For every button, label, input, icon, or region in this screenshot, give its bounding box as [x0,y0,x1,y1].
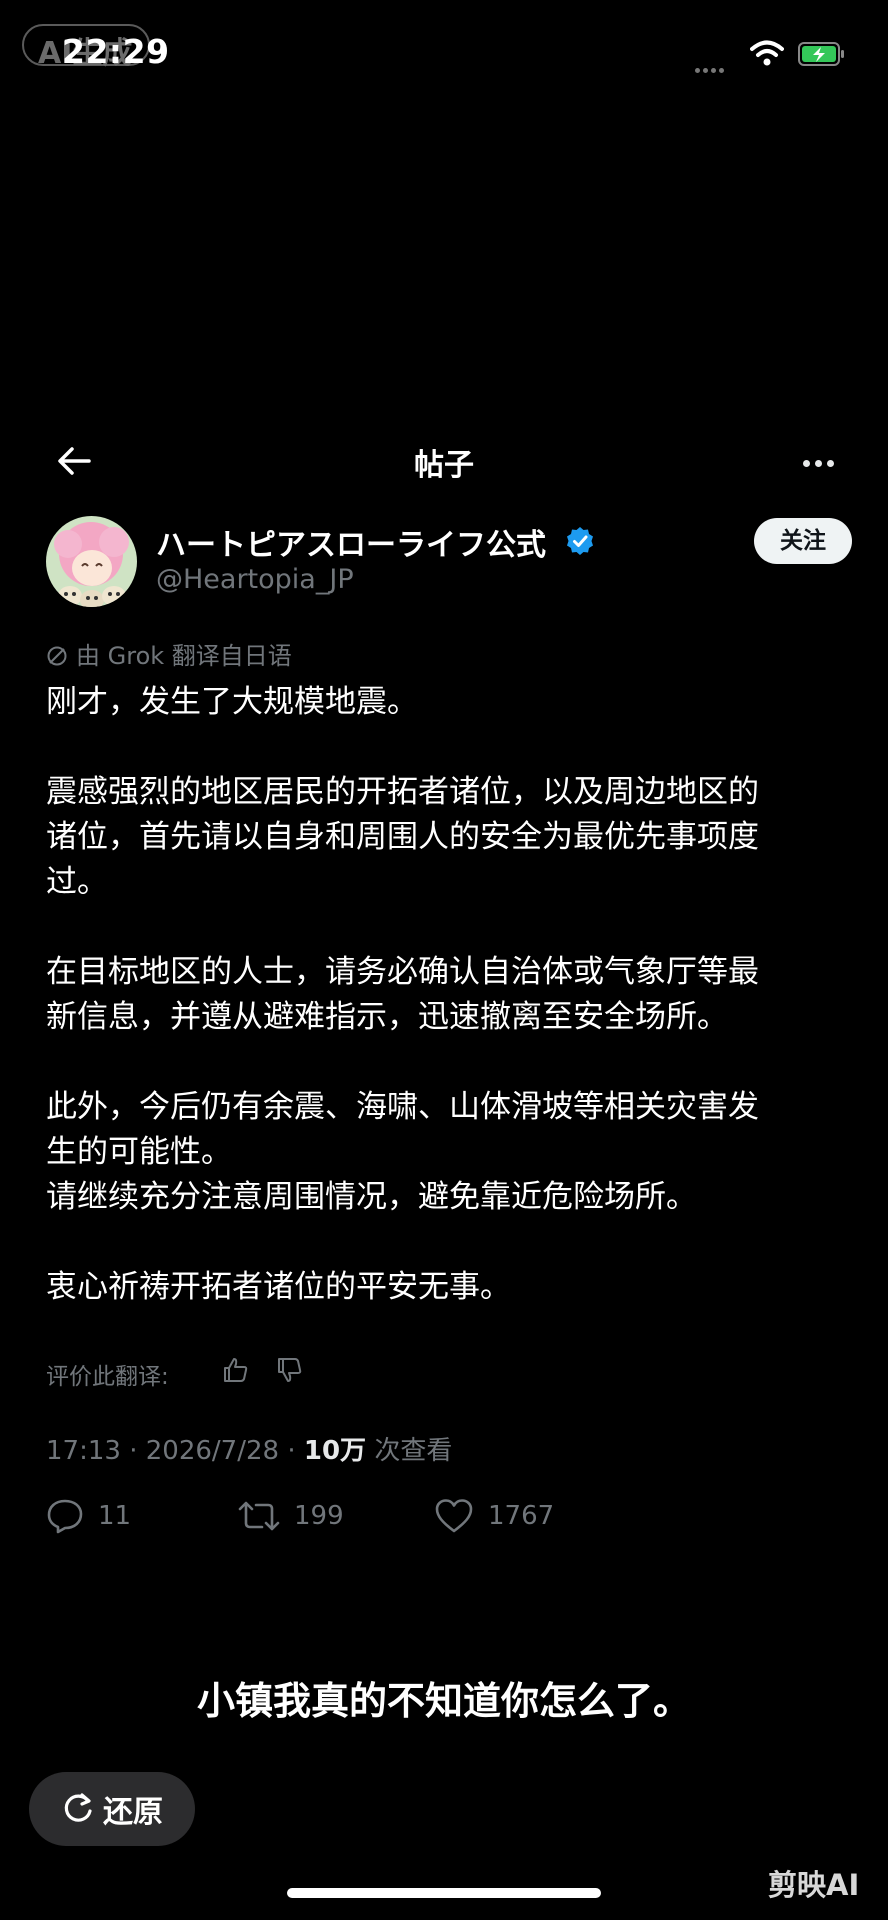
video-subtitle: 小镇我真的不知道你怎么了。 [196,1679,691,1723]
thumbs-down-icon[interactable] [276,1356,304,1384]
like-button[interactable]: 1767 [434,1496,554,1536]
post-paragraph: 此外，今后仍有余震、海啸、山体滑坡等相关灾害发 生的可能性。 请继续充分注意周围… [46,1085,856,1220]
reply-button[interactable]: 11 [46,1496,131,1536]
verified-badge-icon [567,527,593,555]
repost-icon [238,1501,280,1531]
post-line: 衷心祈祷开拓者诸位的平安无事。 [46,1269,511,1305]
cellular-signal-icon [695,58,727,77]
refresh-icon [64,1793,92,1822]
post-meta: 17:13 · 2026/7/28 · 10万 次查看 [46,1436,453,1466]
restore-button[interactable]: 还原 [29,1772,195,1846]
home-indicator[interactable] [287,1888,601,1898]
author-handle[interactable]: @Heartopia_JP [156,564,354,595]
post-paragraph: 衷心祈祷开拓者诸位的平安无事。 [46,1265,856,1310]
post-line: 此外，今后仍有余震、海啸、山体滑坡等相关灾害发 [46,1089,759,1125]
post-line: 诸位，首先请以自身和周围人的安全为最优先事项度 [46,819,759,855]
avatar[interactable] [46,516,137,607]
reply-count: 11 [98,1501,132,1531]
post-line: 请继续充分注意周围情况，避免靠近危险场所。 [46,1179,697,1215]
wifi-icon [750,40,784,66]
repost-count: 199 [294,1501,344,1531]
follow-button[interactable]: 关注 [754,518,852,564]
rate-translation-label: 评价此翻译: [46,1364,169,1390]
restore-label: 还原 [103,1795,163,1830]
translate-icon [47,646,67,666]
like-count: 1767 [488,1501,555,1531]
page-title: 帖子 [414,448,474,483]
status-time: 22:29 [62,32,170,71]
post-date: 2026/7/28 [145,1436,280,1466]
post-line: 震感强烈的地区居民的开拓者诸位，以及周边地区的 [46,774,759,810]
battery-charging-icon [798,42,844,66]
view-count: 10万 [303,1436,367,1466]
heart-icon [435,1499,473,1533]
translation-note: 由 Grok 翻译自日语 [46,636,292,671]
post-time: 17:13 [46,1436,121,1466]
post-paragraph: 震感强烈的地区居民的开拓者诸位，以及周边地区的 诸位，首先请以自身和周围人的安全… [46,770,856,905]
post-paragraph: 刚才，发生了大规模地震。 [46,680,856,725]
translation-note-text: 由 Grok 翻译自日语 [76,642,292,670]
post-body: 刚才，发生了大规模地震。 震感强烈的地区居民的开拓者诸位，以及周边地区的 诸位，… [46,680,856,1310]
more-options-icon[interactable] [803,452,839,471]
view-count-label: 次查看 [374,1436,453,1466]
thumbs-up-icon[interactable] [222,1356,250,1384]
repost-button[interactable]: 199 [238,1496,344,1536]
post-line: 新信息，并遵从避难指示，迅速撤离至安全场所。 [46,999,728,1035]
post-paragraph: 在目标地区的人士，请务必确认自治体或气象厅等最 新信息，并遵从避难指示，迅速撤离… [46,950,856,1040]
post-line: 生的可能性。 [46,1134,232,1170]
reply-icon [47,1499,83,1534]
post-line: 在目标地区的人士，请务必确认自治体或气象厅等最 [46,954,759,990]
author-display-name[interactable]: ハートピアスローライフ公式 [156,520,546,564]
post-line: 刚才，发生了大规模地震。 [46,684,418,720]
capcut-ai-watermark: 剪映AI [768,1868,860,1902]
post-line: 过。 [46,864,108,900]
